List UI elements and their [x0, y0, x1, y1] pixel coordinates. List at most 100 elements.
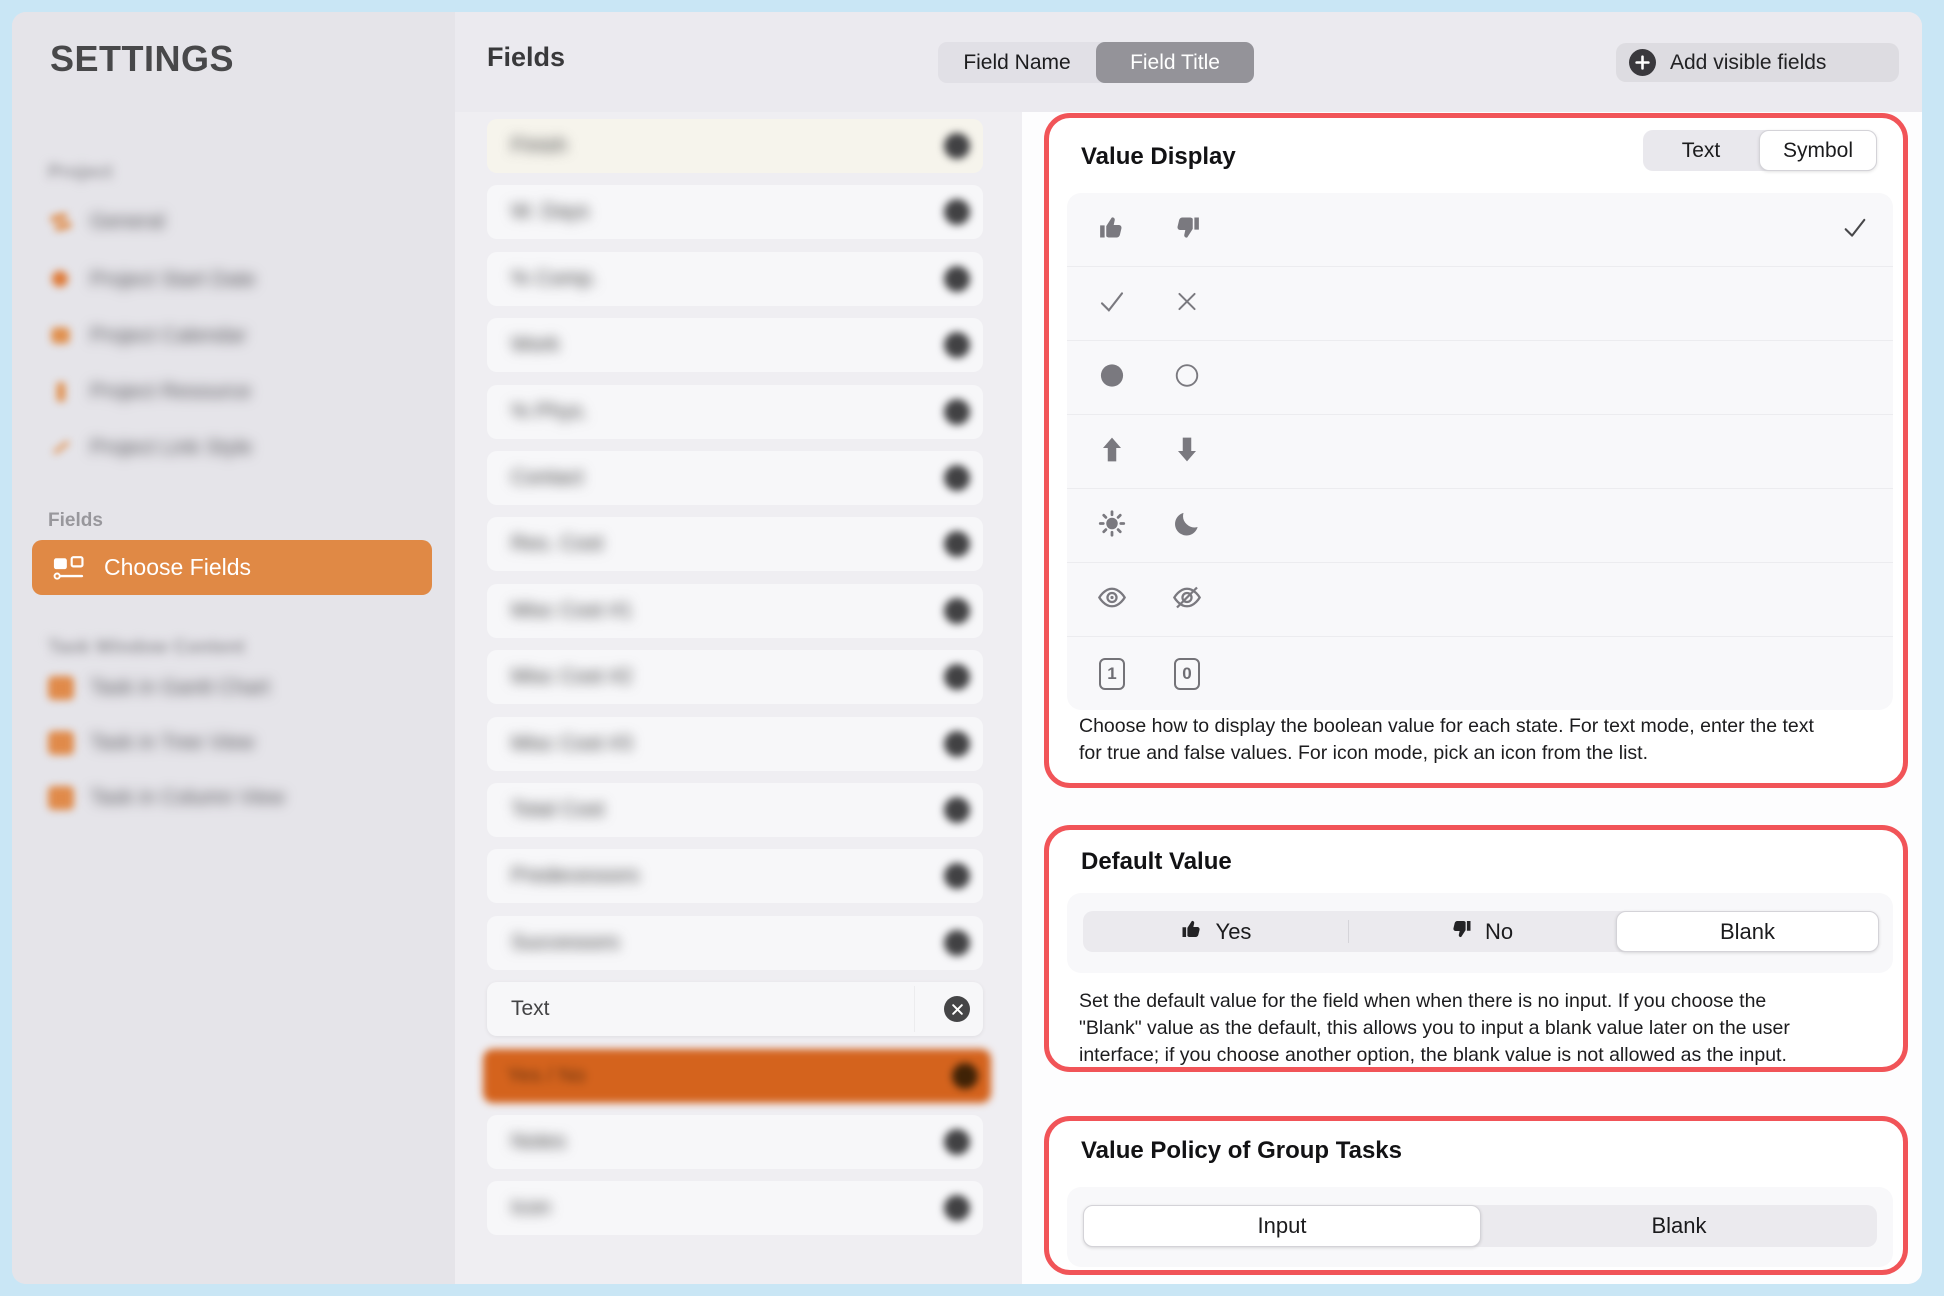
- field-row[interactable]: Res. Cost: [487, 517, 983, 571]
- symbol-option-eye[interactable]: [1067, 563, 1893, 637]
- field-row-text[interactable]: Text: [487, 982, 983, 1036]
- toggle-text[interactable]: Text: [1643, 130, 1759, 171]
- policy-blank-label: Blank: [1651, 1213, 1706, 1239]
- field-row[interactable]: Notes: [487, 1115, 983, 1169]
- policy-input-option[interactable]: Input: [1083, 1205, 1481, 1247]
- remove-field-button[interactable]: [944, 863, 970, 889]
- default-no-option[interactable]: No: [1348, 911, 1614, 952]
- symbol-option-thumbs[interactable]: [1067, 193, 1893, 267]
- default-no-label: No: [1485, 919, 1513, 945]
- remove-field-button[interactable]: [944, 133, 970, 159]
- toggle-field-name[interactable]: Field Name: [938, 42, 1096, 83]
- remove-field-button[interactable]: [944, 797, 970, 823]
- field-row[interactable]: Successors: [487, 916, 983, 970]
- value-policy-section: Value Policy of Group Tasks Input Blank: [1044, 1116, 1908, 1275]
- symbol-option-one-zero[interactable]: 1 0: [1067, 637, 1893, 711]
- remove-field-button[interactable]: [944, 465, 970, 491]
- check-icon: [1097, 287, 1127, 322]
- field-row[interactable]: Work: [487, 318, 983, 372]
- default-yes-option[interactable]: Yes: [1083, 911, 1348, 952]
- policy-input-label: Input: [1258, 1213, 1307, 1239]
- field-row[interactable]: W. Days: [487, 185, 983, 239]
- remove-field-button[interactable]: [952, 1063, 978, 1089]
- default-value-title: Default Value: [1081, 848, 1232, 876]
- remove-field-button[interactable]: [944, 996, 970, 1022]
- symbol-options-list: 1 0: [1067, 193, 1893, 710]
- default-blank-option[interactable]: Blank: [1616, 911, 1879, 952]
- sidebar-item-task-tree[interactable]: Task in Tree View: [48, 723, 254, 763]
- text-symbol-toggle: Text Symbol: [1643, 130, 1877, 171]
- field-row[interactable]: Total Cost: [487, 783, 983, 837]
- default-value-segmented: Yes No Blank: [1083, 911, 1879, 952]
- field-row[interactable]: Predecessors: [487, 849, 983, 903]
- field-row-label: Predecessors: [511, 864, 639, 888]
- remove-field-button[interactable]: [944, 332, 970, 358]
- toggle-symbol[interactable]: Symbol: [1759, 130, 1877, 171]
- value-policy-segmented: Input Blank: [1083, 1205, 1877, 1247]
- tree-view-icon: [48, 731, 74, 755]
- zero-box-icon: 0: [1174, 658, 1200, 690]
- field-row[interactable]: Icon: [487, 1181, 983, 1235]
- field-row[interactable]: Misc Cost #2: [487, 650, 983, 704]
- field-row[interactable]: Misc Cost #3: [487, 717, 983, 771]
- field-row-label: % Phys.: [511, 400, 588, 424]
- sidebar-item-task-gantt[interactable]: Task in Gantt Chart: [48, 668, 270, 708]
- field-row-label: Misc Cost #3: [511, 732, 632, 756]
- sidebar-item-project-start-date[interactable]: Project Start Date: [48, 260, 256, 300]
- sidebar-item-label: Project Resource: [90, 380, 251, 404]
- remove-field-button[interactable]: [944, 199, 970, 225]
- settings-window: SETTINGS Project General Project Start D…: [12, 12, 1922, 1284]
- policy-blank-option[interactable]: Blank: [1481, 1205, 1877, 1247]
- field-row-label: Text: [511, 997, 550, 1021]
- one-box-icon: 1: [1099, 658, 1125, 690]
- remove-field-button[interactable]: [944, 731, 970, 757]
- remove-field-button[interactable]: [944, 664, 970, 690]
- resource-icon: [48, 379, 74, 405]
- symbol-option-check-cross[interactable]: [1067, 267, 1893, 341]
- sidebar-item-label: General: [90, 210, 165, 234]
- sidebar-item-project-link-style[interactable]: Project Link Style: [48, 428, 252, 468]
- field-row[interactable]: Contact: [487, 451, 983, 505]
- toggle-field-title[interactable]: Field Title: [1096, 42, 1254, 83]
- column-view-icon: [48, 786, 74, 810]
- remove-field-button[interactable]: [944, 598, 970, 624]
- field-row-label: Contact: [511, 466, 583, 490]
- value-display-description: Choose how to display the boolean value …: [1079, 713, 1814, 767]
- value-policy-card: Input Blank: [1067, 1187, 1893, 1267]
- symbol-option-circles[interactable]: [1067, 341, 1893, 415]
- add-visible-fields-label: Add visible fields: [1670, 51, 1826, 75]
- symbol-option-arrows[interactable]: [1067, 415, 1893, 489]
- field-row[interactable]: Finish: [487, 119, 983, 173]
- value-display-section: Value Display Text Symbol: [1044, 113, 1908, 788]
- gantt-chart-icon: [48, 676, 74, 700]
- sidebar-item-project-resource[interactable]: Project Resource: [48, 372, 251, 412]
- remove-field-button[interactable]: [944, 1129, 970, 1155]
- field-row-label: Finish: [511, 134, 567, 158]
- field-row[interactable]: % Phys.: [487, 385, 983, 439]
- remove-field-button[interactable]: [944, 930, 970, 956]
- remove-field-button[interactable]: [944, 531, 970, 557]
- field-row-yes-no-selected[interactable]: Yes / No: [483, 1049, 991, 1103]
- remove-field-button[interactable]: [944, 1195, 970, 1221]
- sidebar-item-choose-fields[interactable]: Choose Fields: [32, 540, 432, 595]
- eye-slash-icon: [1171, 582, 1203, 619]
- field-row-label: Yes / No: [507, 1064, 586, 1088]
- sidebar-item-project-calendar[interactable]: Project Calendar: [48, 316, 246, 356]
- sidebar-item-general[interactable]: General: [48, 202, 165, 242]
- field-list: Finish W. Days % Comp. Work % Phys. Cont…: [455, 112, 1022, 1284]
- field-row[interactable]: Misc Cost #1: [487, 584, 983, 638]
- field-row-label: Successors: [511, 931, 620, 955]
- field-row-label: % Comp.: [511, 267, 597, 291]
- field-row[interactable]: % Comp.: [487, 252, 983, 306]
- sidebar-item-task-column[interactable]: Task in Column View: [48, 778, 285, 818]
- symbol-option-sun-moon[interactable]: [1067, 489, 1893, 563]
- row-divider: [914, 986, 915, 1032]
- remove-field-button[interactable]: [944, 399, 970, 425]
- default-value-card: Yes No Blank: [1067, 893, 1893, 973]
- cross-icon: [1173, 288, 1201, 321]
- remove-field-button[interactable]: [944, 266, 970, 292]
- field-row-label: W. Days: [511, 200, 589, 224]
- add-visible-fields-button[interactable]: Add visible fields: [1616, 43, 1899, 82]
- field-row-label: Work: [511, 333, 560, 357]
- default-value-description: Set the default value for the field when…: [1079, 988, 1790, 1069]
